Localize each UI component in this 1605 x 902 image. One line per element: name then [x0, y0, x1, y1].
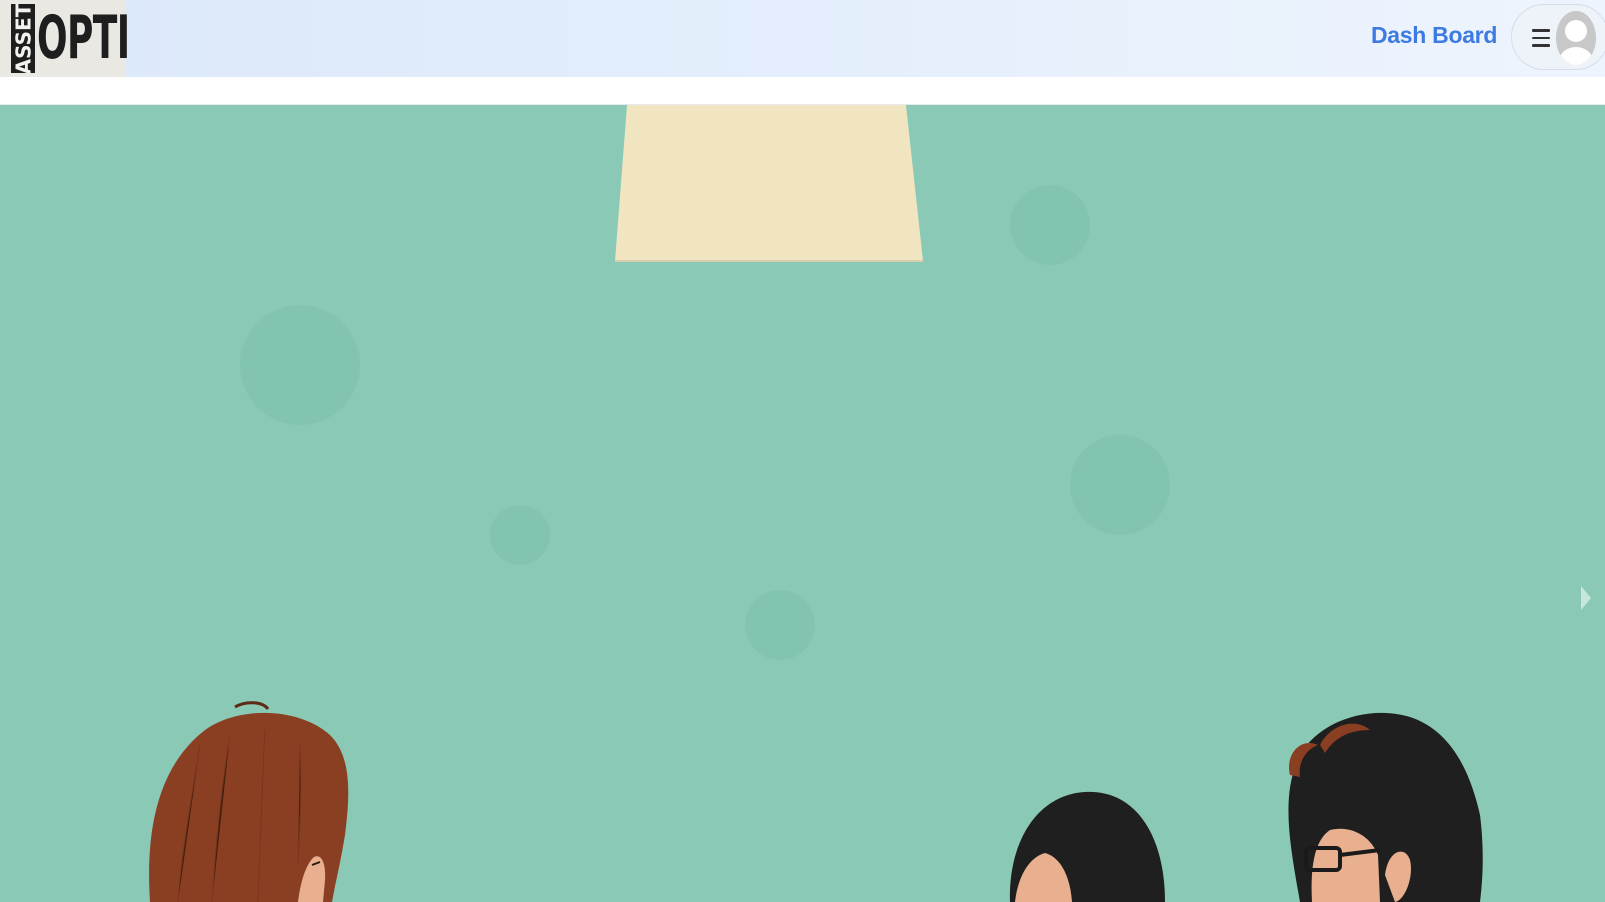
brand-logo[interactable]: ASSET OPTI	[0, 0, 130, 77]
logo-vertical-block: ASSET	[11, 3, 36, 74]
header-spacer	[0, 77, 1605, 105]
person-left	[149, 701, 349, 902]
top-navbar: ASSET OPTI Dash Board	[0, 0, 1605, 77]
logo-vertical-text: ASSET	[11, 3, 36, 74]
hero-banner	[0, 105, 1605, 902]
hero-illustration	[149, 105, 1483, 902]
person-middle	[1009, 791, 1165, 902]
person-right	[1288, 712, 1483, 902]
dashboard-link[interactable]: Dash Board	[1371, 22, 1497, 49]
pendant-lamp	[615, 105, 923, 261]
user-avatar-icon	[1556, 11, 1596, 65]
hamburger-icon	[1532, 29, 1550, 47]
chevron-right-icon[interactable]	[1578, 580, 1594, 616]
user-menu-button[interactable]	[1511, 4, 1605, 70]
logo-main-text: OPTI	[37, 3, 130, 73]
page: ASSET OPTI Dash Board	[0, 0, 1605, 902]
